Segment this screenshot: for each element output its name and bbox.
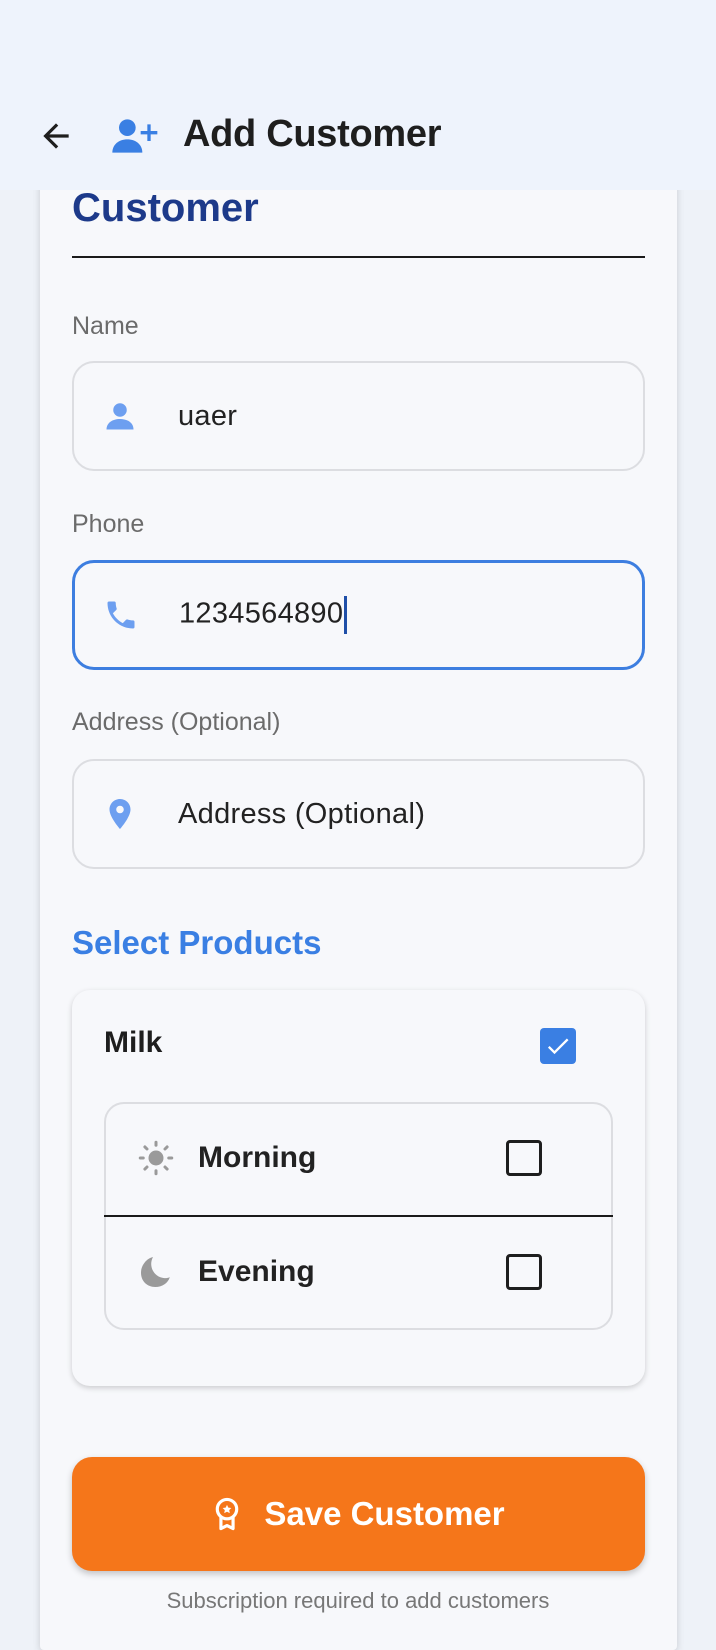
moon-icon	[141, 1257, 170, 1287]
morning-checkbox[interactable]	[506, 1140, 542, 1176]
person-add-icon	[112, 119, 158, 153]
phone-input[interactable]: 1234564890	[72, 560, 645, 670]
slot-evening-label: Evening	[198, 1255, 315, 1288]
text-caret	[344, 596, 348, 634]
location-pin-icon	[109, 799, 131, 829]
arrow-back-icon	[43, 123, 69, 149]
person-icon	[106, 403, 134, 430]
products-section-title: Select Products	[72, 924, 322, 961]
name-input[interactable]: uaer	[72, 361, 645, 471]
evening-checkbox[interactable]	[506, 1254, 542, 1290]
phone-icon	[107, 601, 135, 629]
footer-note: Subscription required to add customers	[166, 1588, 550, 1613]
sun-icon	[138, 1140, 174, 1176]
slot-divider	[104, 1215, 613, 1217]
checkmark-icon	[547, 1038, 569, 1055]
slot-morning-label: Morning	[198, 1141, 317, 1174]
name-value: uaer	[178, 399, 238, 432]
address-label: Address (Optional)	[72, 708, 281, 736]
page-title: Add Customer	[183, 113, 442, 155]
address-placeholder: Address (Optional)	[178, 797, 426, 830]
name-label: Name	[72, 312, 139, 340]
save-customer-button[interactable]: Save Customer	[72, 1457, 645, 1571]
divider	[72, 256, 645, 258]
phone-value: 1234564890	[179, 596, 348, 634]
app-bar: Add Customer	[0, 0, 716, 190]
product-name: Milk	[104, 1026, 163, 1059]
badge-icon	[216, 1497, 239, 1531]
save-button-label: Save Customer	[264, 1495, 505, 1532]
section-title: Customer	[72, 186, 259, 230]
back-button[interactable]	[34, 114, 78, 158]
product-checkbox[interactable]	[540, 1028, 576, 1064]
address-input[interactable]: Address (Optional)	[72, 759, 645, 869]
phone-label: Phone	[72, 510, 145, 538]
